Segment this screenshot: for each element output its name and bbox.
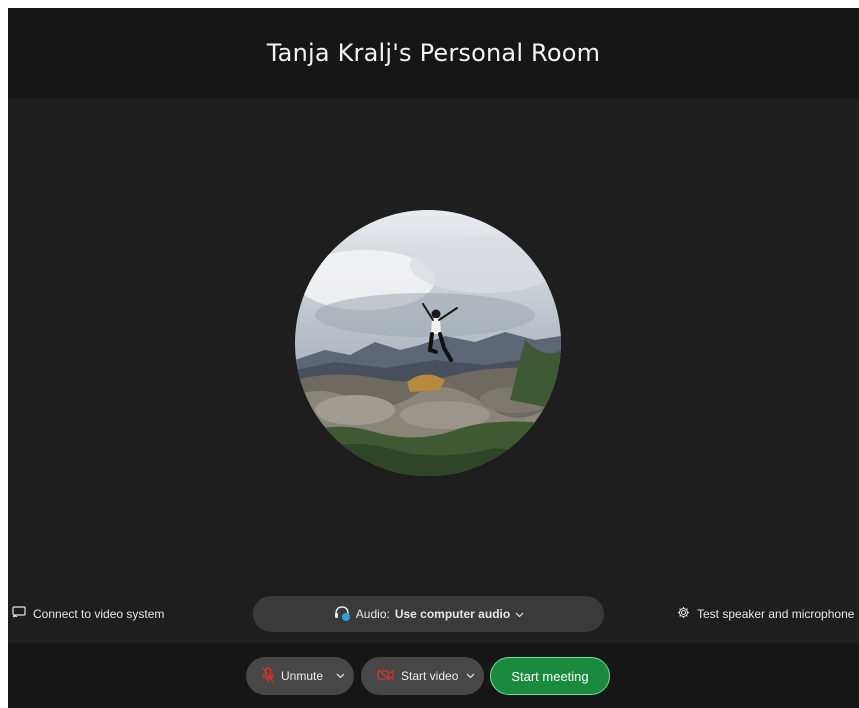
- audio-selector[interactable]: Audio: Use computer audio: [253, 596, 604, 632]
- chevron-down-icon[interactable]: [466, 668, 475, 682]
- connect-video-system-label: Connect to video system: [33, 606, 165, 621]
- unmute-label: Unmute: [281, 669, 324, 683]
- headset-icon: [333, 605, 351, 624]
- app-window: Tanja Kralj's Personal Room Connect to v…: [8, 8, 859, 708]
- audio-label: Audio:: [355, 607, 390, 621]
- test-speaker-microphone-label: Test speaker and microphone: [697, 607, 855, 621]
- microphone-muted-icon: [262, 666, 274, 686]
- audio-value: Use computer audio: [394, 607, 511, 621]
- screen-cast-icon: [12, 606, 26, 621]
- chevron-down-icon: [515, 607, 524, 621]
- page-title: Tanja Kralj's Personal Room: [266, 39, 601, 67]
- avatar-photo: [295, 210, 561, 476]
- video-camera-muted-icon: [377, 669, 394, 684]
- avatar: [295, 210, 561, 476]
- start-video-button[interactable]: Start video: [361, 657, 484, 695]
- connect-video-system-link[interactable]: Connect to video system: [12, 606, 164, 621]
- start-meeting-button[interactable]: Start meeting: [490, 657, 610, 695]
- header-bar: Tanja Kralj's Personal Room: [8, 8, 859, 98]
- controls-bar: Unmute Start video Start meeting: [8, 643, 859, 708]
- preview-stage: [8, 98, 859, 643]
- options-row: Connect to video system Audio: Use compu…: [8, 596, 859, 633]
- test-speaker-microphone-link[interactable]: Test speaker and microphone: [677, 606, 854, 622]
- start-video-label: Start video: [401, 669, 459, 683]
- chevron-down-icon[interactable]: [336, 668, 345, 682]
- unmute-button[interactable]: Unmute: [246, 657, 354, 695]
- gear-icon: [677, 606, 690, 622]
